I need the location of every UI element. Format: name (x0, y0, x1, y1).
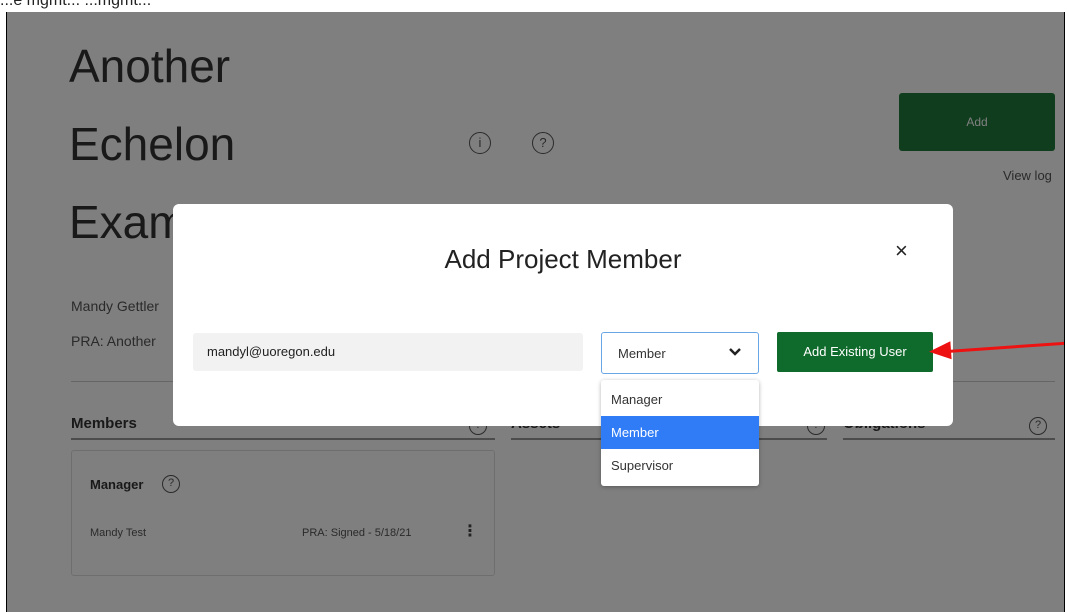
app-frame: Another Echelon Exam i ? Add View log Ma… (6, 10, 1065, 612)
close-icon[interactable]: × (895, 240, 908, 262)
modal-title: Add Project Member (444, 244, 682, 274)
role-option-member[interactable]: Member (601, 416, 759, 449)
role-select[interactable]: Member (601, 332, 759, 374)
screenshot-caption: ...e mgmt... ...mgmt... (0, 0, 1069, 12)
chevron-down-icon (728, 341, 742, 368)
caption-text: ...e mgmt... ...mgmt... (0, 0, 152, 9)
add-member-modal: Add Project Member × mandyl@uoregon.edu … (173, 204, 953, 426)
add-existing-user-button[interactable]: Add Existing User (777, 332, 933, 372)
role-option-supervisor[interactable]: Supervisor (601, 449, 759, 482)
role-option-manager[interactable]: Manager (601, 383, 759, 416)
email-input[interactable]: mandyl@uoregon.edu (193, 333, 583, 371)
role-select-value: Member (618, 346, 666, 361)
role-dropdown-menu: Manager Member Supervisor (601, 380, 759, 486)
annotation-arrow-head-icon (928, 341, 952, 361)
